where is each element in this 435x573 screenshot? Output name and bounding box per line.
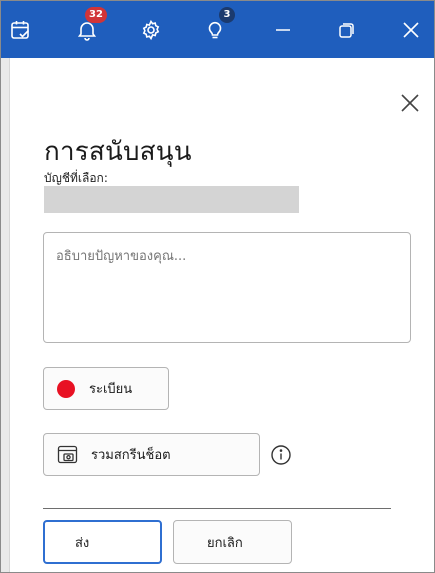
account-value <box>44 186 299 213</box>
include-screenshot-button[interactable]: รวมสกรีนช็อต <box>43 433 260 476</box>
close-panel-icon[interactable] <box>400 93 420 113</box>
cancel-label: ยกเลิก <box>207 535 243 551</box>
send-button[interactable]: ส่ง <box>43 520 162 564</box>
calendar-check-icon[interactable] <box>7 1 35 58</box>
page-title: การสนับสนุน <box>44 137 192 167</box>
cancel-button[interactable]: ยกเลิก <box>173 520 292 564</box>
support-window: 32 3 การสนับสนุน บัญชีที่เลือก: อธิบายปั… <box>0 0 435 573</box>
record-icon <box>57 379 75 398</box>
divider <box>43 508 391 509</box>
side-strip <box>1 58 10 572</box>
title-bar: 32 3 <box>1 1 434 58</box>
minimize-icon[interactable] <box>269 1 297 58</box>
info-icon[interactable] <box>270 444 292 466</box>
include-screenshot-label: รวมสกรีนช็อต <box>91 448 171 463</box>
tips-badge: 3 <box>219 7 235 23</box>
notifications-badge: 32 <box>85 7 107 23</box>
close-icon[interactable] <box>397 1 425 58</box>
send-label: ส่ง <box>75 535 90 551</box>
description-input[interactable] <box>43 232 411 343</box>
record-label: ระเบียน <box>89 382 133 397</box>
restore-icon[interactable] <box>333 1 361 58</box>
screenshot-icon <box>57 445 79 465</box>
gear-icon[interactable] <box>137 1 165 58</box>
record-button[interactable]: ระเบียน <box>43 367 169 410</box>
